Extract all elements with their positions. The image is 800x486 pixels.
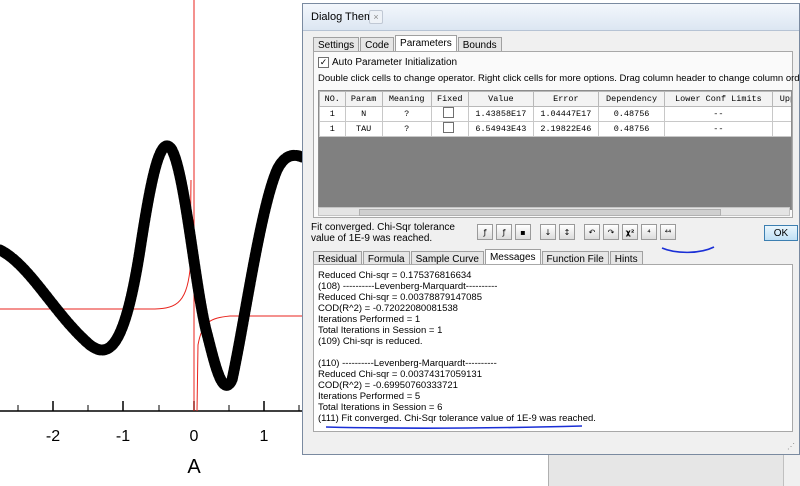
fixed-checkbox[interactable] (442, 107, 454, 118)
cell-dependency[interactable]: 0.48756 (597, 106, 666, 122)
column-header[interactable]: Fixed (430, 91, 469, 107)
cell-meaning[interactable]: ? (381, 106, 432, 122)
save-icon[interactable]: ▪ (515, 224, 531, 240)
x-tick-label: 0 (190, 428, 199, 445)
table-header-row: NO. Param Meaning Fixed Value Error Depe… (319, 91, 791, 107)
chi-square-icon[interactable]: χ² (622, 224, 638, 240)
parameters-panel: ✓ Auto Parameter Initialization Double c… (313, 51, 800, 218)
column-header[interactable]: Dependency (597, 91, 666, 107)
sort-down-icon[interactable]: ↓ (540, 224, 556, 240)
status-message: Fit converged. Chi-Sqr tolerance value o… (311, 222, 455, 244)
horizontal-scrollbar[interactable] (318, 207, 790, 216)
auto-param-init[interactable]: ✓ Auto Parameter Initialization (318, 57, 457, 68)
message-line: (108) ----------Levenberg-Marquardt-----… (318, 281, 498, 292)
column-header[interactable]: NO. (319, 91, 346, 107)
message-line: COD(R^2) = -0.69950760333721 (318, 380, 458, 391)
message-line: Iterations Performed = 1 (318, 314, 421, 325)
fit-icon[interactable]: ƒ (496, 224, 512, 240)
cell-value[interactable]: 1.43858E17 (467, 106, 534, 122)
cell-meaning[interactable]: ? (381, 121, 432, 137)
fit-toolbar: ƒ ƒ ▪ ↓ ↕ ↶ ↷ χ² ⁴ ⁴⁴ (477, 224, 679, 240)
cell-fixed[interactable] (430, 121, 469, 137)
cell-error[interactable]: 2.19822E46 (532, 121, 599, 137)
auto-param-label: Auto Parameter Initialization (332, 57, 458, 68)
x-tick-label: -1 (116, 428, 130, 445)
cell-no[interactable]: 1 (319, 121, 346, 137)
scrollbar-thumb[interactable] (359, 209, 721, 216)
fit-dialog: Dialog Theme × Settings Code Parameters … (302, 3, 800, 455)
column-header[interactable]: Value (467, 91, 534, 107)
message-line: Reduced Chi-sqr = 0.00378879147085 (318, 292, 483, 303)
cell-upper[interactable]: -- (771, 121, 791, 137)
cell-value[interactable]: 6.54943E43 (467, 121, 534, 137)
help-text: Double click cells to change operator. R… (318, 73, 800, 84)
cell-error[interactable]: 1.04447E17 (532, 106, 599, 122)
redo-icon[interactable]: ↷ (603, 224, 619, 240)
message-line: (109) Chi-sqr is reduced. (318, 336, 423, 347)
column-header[interactable]: Error (532, 91, 599, 107)
message-line: (111) Fit converged. Chi-Sqr tolerance v… (318, 413, 596, 424)
cell-lower[interactable]: -- (664, 121, 773, 137)
column-header[interactable]: Lower Conf Limits (664, 91, 773, 107)
column-header[interactable]: Upper Conf (771, 91, 791, 107)
background-scrollbar[interactable] (783, 455, 800, 486)
column-header[interactable]: Param (344, 91, 383, 107)
background-window (548, 455, 800, 486)
parameter-icon[interactable]: ƒ (477, 224, 493, 240)
message-line: Iterations Performed = 5 (318, 391, 421, 402)
dialog-titlebar: Dialog Theme × (303, 4, 799, 31)
column-header[interactable]: Meaning (381, 91, 432, 107)
undo-icon[interactable]: ↶ (584, 224, 600, 240)
message-line: Total Iterations in Session = 1 (318, 325, 443, 336)
x-axis-title: A (187, 456, 201, 478)
parameter-table: NO. Param Meaning Fixed Value Error Depe… (319, 91, 791, 137)
auto-param-checkbox[interactable]: ✓ (318, 57, 329, 68)
message-line: Reduced Chi-sqr = 0.175376816634 (318, 270, 472, 281)
fixed-checkbox[interactable] (442, 122, 454, 133)
message-underline-annotation (325, 425, 583, 429)
message-line: Reduced Chi-sqr = 0.00374317059131 (318, 369, 483, 380)
parameter-grid: NO. Param Meaning Fixed Value Error Depe… (318, 90, 792, 210)
cell-lower[interactable]: -- (664, 106, 773, 122)
fit-till-converge-icon[interactable]: ⁴⁴ (660, 224, 676, 240)
cell-upper[interactable]: -- (771, 106, 791, 122)
cell-param[interactable]: TAU (344, 121, 383, 137)
table-row: 1 N ? 1.43858E17 1.04447E17 0.48756 -- -… (319, 106, 791, 122)
message-line: Total Iterations in Session = 6 (318, 402, 443, 413)
theme-clear-icon[interactable]: × (369, 10, 383, 24)
toolbar-underline-annotation (661, 246, 715, 254)
resize-grip-icon[interactable]: ⋰ (787, 442, 797, 452)
cell-dependency[interactable]: 0.48756 (597, 121, 666, 137)
table-row: 1 TAU ? 6.54943E43 2.19822E46 0.48756 --… (319, 121, 791, 137)
cell-no[interactable]: 1 (319, 106, 346, 122)
x-tick-label: -2 (46, 428, 60, 445)
sort-up-icon[interactable]: ↕ (559, 224, 575, 240)
cell-param[interactable]: N (344, 106, 383, 122)
message-line: COD(R^2) = -0.72022080081538 (318, 303, 458, 314)
one-iteration-icon[interactable]: ⁴ (641, 224, 657, 240)
ok-button[interactable]: OK (764, 225, 798, 241)
message-line: (110) ----------Levenberg-Marquardt-----… (318, 358, 497, 369)
x-tick-label: 1 (260, 428, 269, 445)
cell-fixed[interactable] (430, 106, 469, 122)
messages-log[interactable]: Reduced Chi-sqr = 0.175376816634 (108) -… (313, 264, 793, 432)
